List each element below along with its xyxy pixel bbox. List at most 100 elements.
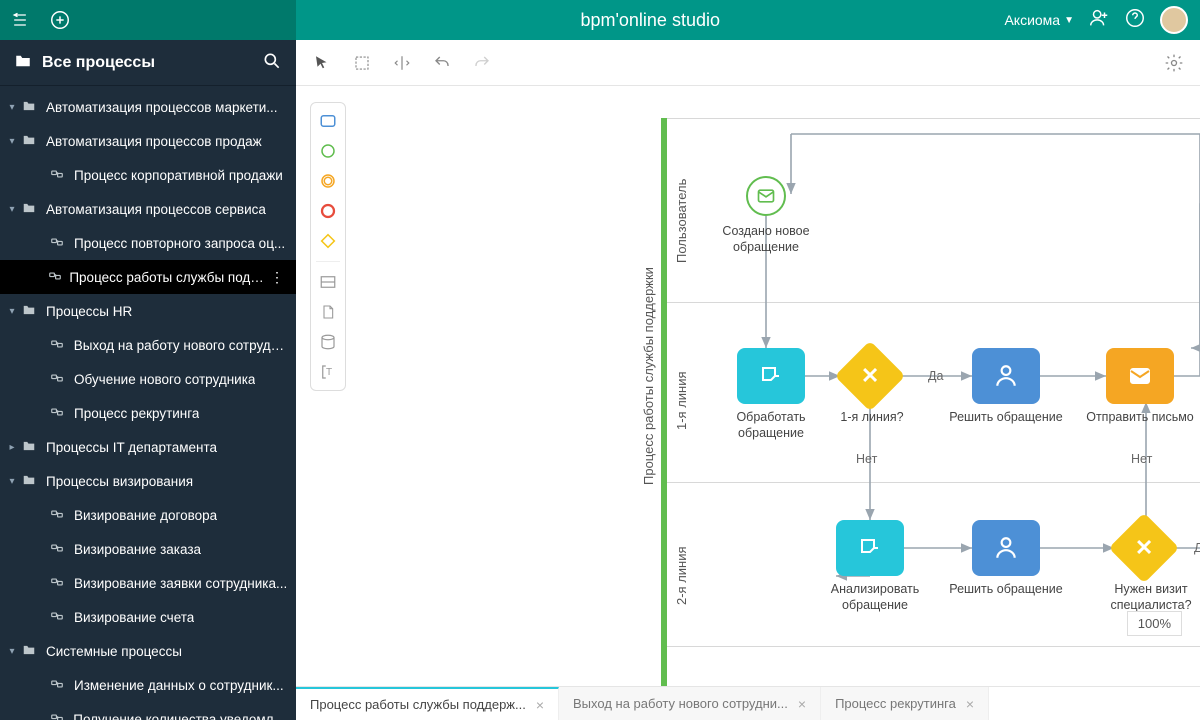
task-process-request[interactable] bbox=[737, 348, 805, 404]
tree-process[interactable]: Процесс работы службы поддерж...⋮ bbox=[0, 260, 296, 294]
tree-process[interactable]: Визирование заявки сотрудника... bbox=[0, 566, 296, 600]
header-left bbox=[0, 0, 296, 40]
tab-label: Выход на работу нового сотрудни... bbox=[573, 696, 788, 711]
lane-separator bbox=[667, 482, 1200, 483]
canvas[interactable]: T Процесс работы службы поддержки Пользо… bbox=[296, 86, 1200, 686]
tree-process-label: Получение количества уведомле... bbox=[73, 712, 288, 720]
task-send-mail[interactable] bbox=[1106, 348, 1174, 404]
tree-folder[interactable]: ▾Системные процессы bbox=[0, 634, 296, 668]
task-analyze-label: Анализировать обращение bbox=[810, 582, 940, 613]
app-title: bpm'online studio bbox=[296, 10, 1004, 31]
tab-label: Процесс работы службы поддерж... bbox=[310, 697, 526, 712]
lasso-tool[interactable] bbox=[348, 49, 376, 77]
tree-folder[interactable]: ▾ Автоматизация процессов продаж bbox=[0, 124, 296, 158]
diagram: Процесс работы службы поддержки Пользова… bbox=[296, 86, 1200, 686]
main-area: T Процесс работы службы поддержки Пользо… bbox=[296, 40, 1200, 720]
process-icon bbox=[50, 405, 68, 422]
tree-folder-label: Процессы визирования bbox=[46, 474, 193, 489]
tree-folder[interactable]: ▾ Процессы визирования bbox=[0, 464, 296, 498]
lane-separator bbox=[667, 646, 1200, 647]
chevron-icon: ▾ bbox=[2, 136, 22, 147]
tree-folder-label: Системные процессы bbox=[46, 644, 182, 659]
zoom-indicator[interactable]: 100% bbox=[1127, 611, 1182, 636]
header-right: Аксиома ▼ bbox=[1004, 6, 1200, 34]
close-icon[interactable]: × bbox=[536, 697, 544, 713]
tree-folder-label: Процессы IT департамента bbox=[46, 440, 217, 455]
folder-icon bbox=[22, 303, 40, 320]
process-tree[interactable]: ▾Автоматизация процессов маркети...▾Авто… bbox=[0, 86, 296, 720]
tree-process[interactable]: Визирование договора bbox=[0, 498, 296, 532]
close-icon[interactable]: × bbox=[798, 696, 806, 712]
more-icon[interactable]: ⋮ bbox=[266, 269, 288, 286]
sidebar-header: Все процессы bbox=[0, 40, 296, 86]
tree-process-label: Визирование заявки сотрудника... bbox=[74, 576, 287, 591]
pool-border bbox=[661, 118, 667, 686]
pointer-tool[interactable] bbox=[308, 49, 336, 77]
new-process-icon[interactable] bbox=[40, 0, 80, 40]
gateway-visit[interactable]: ✕ bbox=[1109, 513, 1180, 584]
editor-tab[interactable]: Процесс рекрутинга× bbox=[821, 687, 989, 720]
redo-button[interactable] bbox=[468, 49, 496, 77]
process-icon bbox=[50, 711, 68, 720]
designer-toolbar bbox=[296, 40, 1200, 86]
settings-icon[interactable] bbox=[1160, 49, 1188, 77]
task-solve-2[interactable] bbox=[972, 520, 1040, 576]
folder-icon bbox=[22, 473, 40, 490]
process-icon bbox=[50, 371, 68, 388]
chevron-icon: ▾ bbox=[2, 476, 22, 487]
avatar[interactable] bbox=[1160, 6, 1188, 34]
tree-process-label: Изменение данных о сотрудник... bbox=[74, 678, 284, 693]
chevron-icon: ▾ bbox=[2, 306, 22, 317]
tree-folder-label: Автоматизация процессов продаж bbox=[46, 134, 262, 149]
tree-folder[interactable]: ▾ Процессы HR bbox=[0, 294, 296, 328]
task-analyze[interactable] bbox=[836, 520, 904, 576]
account-menu[interactable]: Аксиома ▼ bbox=[1004, 12, 1074, 28]
tree-process[interactable]: Изменение данных о сотрудник... bbox=[0, 668, 296, 702]
tree-process-label: Выход на работу нового сотрудн... bbox=[74, 338, 288, 353]
undo-button[interactable] bbox=[428, 49, 456, 77]
add-user-icon[interactable] bbox=[1088, 7, 1110, 34]
edge-no1: Нет bbox=[856, 452, 877, 466]
editor-tab[interactable]: Процесс работы службы поддерж... × bbox=[296, 687, 559, 720]
start-event[interactable] bbox=[746, 176, 786, 216]
folder-icon bbox=[22, 133, 40, 150]
tree-process-label: Обучение нового сотрудника bbox=[74, 372, 255, 387]
help-icon[interactable] bbox=[1124, 7, 1146, 34]
task-solve-2-label: Решить обращение bbox=[946, 582, 1066, 598]
chevron-icon: ▾ bbox=[2, 102, 22, 113]
tree-process[interactable]: Процесс корпоративной продажи bbox=[0, 158, 296, 192]
tree-process[interactable]: Визирование счета bbox=[0, 600, 296, 634]
folder-icon bbox=[22, 99, 40, 116]
tree-folder[interactable]: ▾Автоматизация процессов маркети... bbox=[0, 90, 296, 124]
tree-process-label: Визирование счета bbox=[74, 610, 194, 625]
folder-icon bbox=[22, 201, 40, 218]
tree-process[interactable]: Процесс повторного запроса оц... bbox=[0, 226, 296, 260]
close-icon[interactable]: × bbox=[966, 696, 974, 712]
tree-process-label: Процесс повторного запроса оц... bbox=[74, 236, 285, 251]
process-icon bbox=[50, 575, 68, 592]
menu-toggle-icon[interactable] bbox=[0, 0, 40, 40]
tree-process-label: Визирование договора bbox=[74, 508, 217, 523]
sidebar: Все процессы ▾Автоматизация процессов ма… bbox=[0, 40, 296, 720]
space-tool[interactable] bbox=[388, 49, 416, 77]
tree-process-label: Визирование заказа bbox=[74, 542, 201, 557]
tree-process[interactable]: Процесс рекрутинга bbox=[0, 396, 296, 430]
task-solve-1[interactable] bbox=[972, 348, 1040, 404]
process-icon bbox=[50, 541, 68, 558]
tree-folder-label: Процессы HR bbox=[46, 304, 132, 319]
search-icon[interactable] bbox=[262, 51, 282, 74]
lane-label-user: Пользователь bbox=[674, 146, 694, 296]
tree-process[interactable]: Визирование заказа bbox=[0, 532, 296, 566]
tree-process[interactable]: Получение количества уведомле... bbox=[0, 702, 296, 720]
tree-process[interactable]: Обучение нового сотрудника bbox=[0, 362, 296, 396]
tree-folder-label: Автоматизация процессов сервиса bbox=[46, 202, 266, 217]
folder-icon bbox=[14, 52, 32, 73]
gateway-line1[interactable]: ✕ bbox=[835, 341, 906, 412]
tree-folder[interactable]: ▾Автоматизация процессов сервиса bbox=[0, 192, 296, 226]
process-icon bbox=[50, 677, 68, 694]
tree-process[interactable]: Выход на работу нового сотрудн... bbox=[0, 328, 296, 362]
process-icon bbox=[50, 609, 68, 626]
tree-folder[interactable]: ▸ Процессы IT департамента bbox=[0, 430, 296, 464]
editor-tab[interactable]: Выход на работу нового сотрудни... × bbox=[559, 687, 821, 720]
chevron-icon: ▸ bbox=[2, 442, 22, 453]
